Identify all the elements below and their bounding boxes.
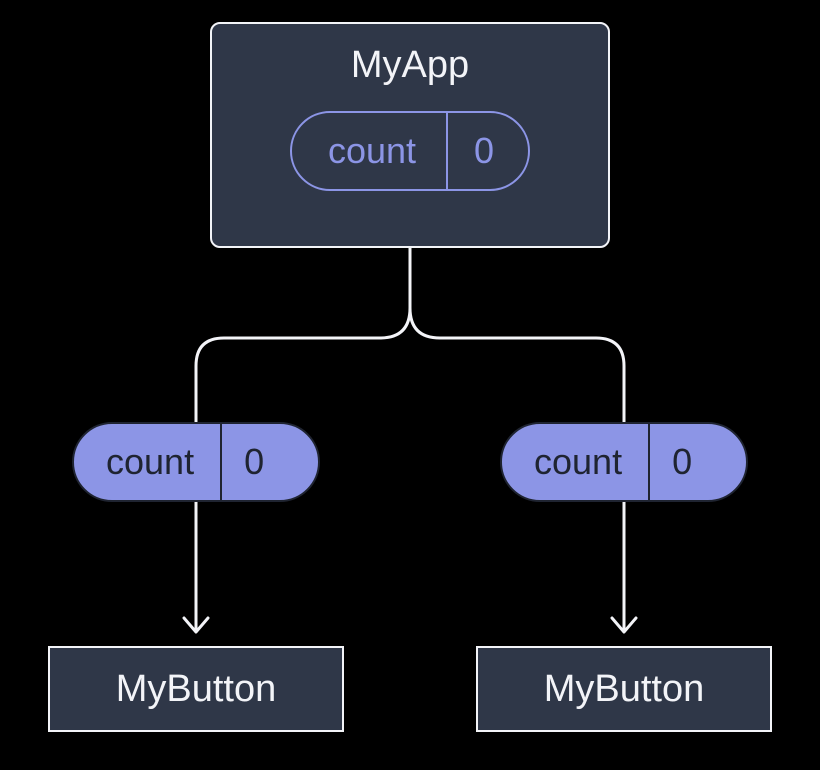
component-myapp: MyApp count 0 <box>210 22 610 248</box>
state-pill-myapp: count 0 <box>290 111 530 191</box>
prop-pill-right: count 0 <box>500 422 748 502</box>
prop-value: 0 <box>650 441 722 483</box>
mybutton-label: MyButton <box>116 668 277 711</box>
component-mybutton-left: MyButton <box>48 646 344 732</box>
component-mybutton-right: MyButton <box>476 646 772 732</box>
prop-label: count <box>74 441 220 483</box>
prop-value: 0 <box>222 441 294 483</box>
state-value: 0 <box>448 130 528 172</box>
mybutton-label: MyButton <box>544 668 705 711</box>
prop-label: count <box>502 441 648 483</box>
myapp-title: MyApp <box>351 44 469 87</box>
state-label: count <box>292 130 446 172</box>
prop-pill-left: count 0 <box>72 422 320 502</box>
